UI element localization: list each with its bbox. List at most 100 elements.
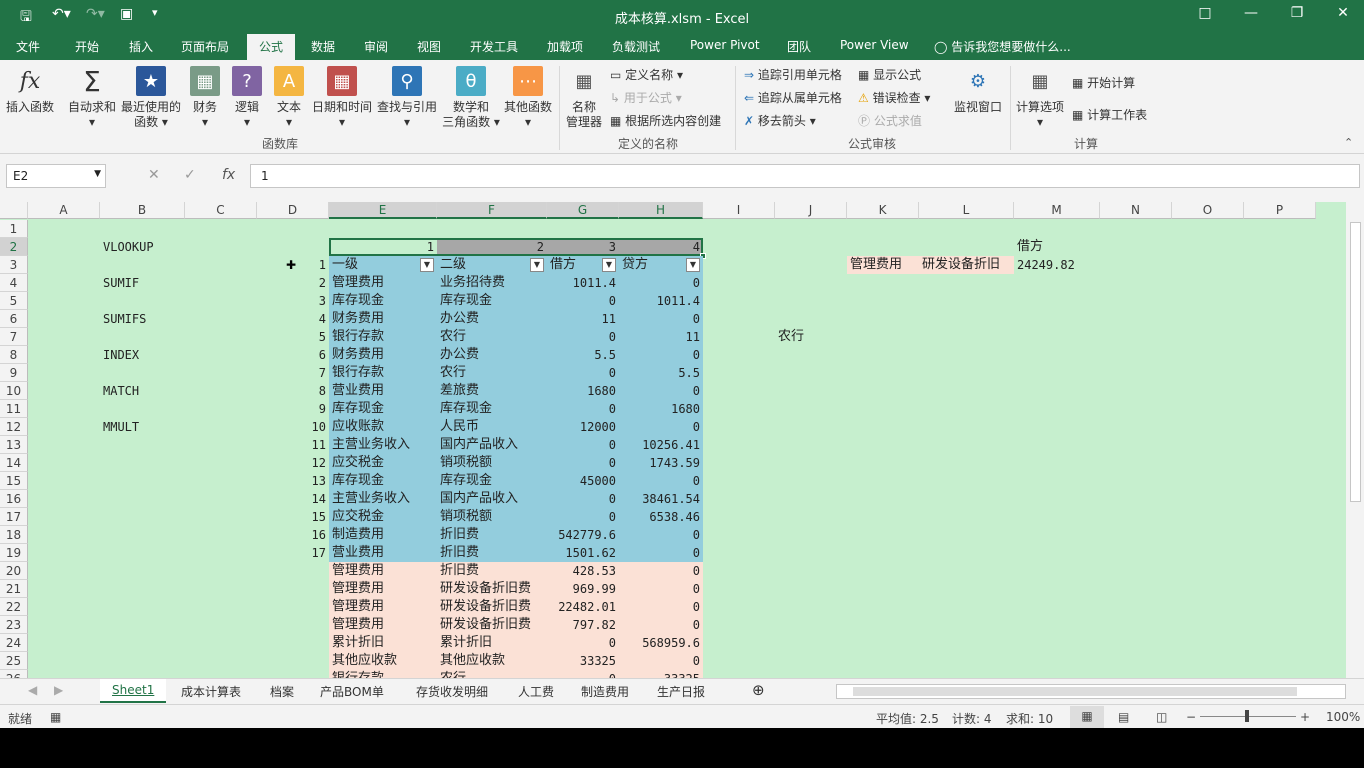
cell-F4[interactable]: 业务招待费 — [437, 274, 547, 292]
row-header-13[interactable]: 13 — [0, 436, 28, 454]
create-from-selection-button[interactable]: ▦ 根据所选内容创建 — [610, 112, 721, 129]
row-header-25[interactable]: 25 — [0, 652, 28, 670]
sheet-tab-labor[interactable]: 人工费 — [518, 683, 554, 700]
cell-F10[interactable]: 差旅费 — [437, 382, 547, 400]
cell-H12[interactable]: 0 — [619, 418, 703, 436]
column-header-E[interactable]: E — [329, 202, 437, 219]
cell-G6[interactable]: 11 — [547, 310, 619, 328]
cell-F23[interactable]: 研发设备折旧费 — [437, 616, 547, 634]
horizontal-scrollbar[interactable] — [836, 684, 1346, 699]
column-header-B[interactable]: B — [100, 202, 185, 219]
column-header-P[interactable]: P — [1244, 202, 1316, 219]
cell-H4[interactable]: 0 — [619, 274, 703, 292]
watch-window-button[interactable]: ⚙ 监视窗口 — [952, 66, 1004, 115]
cell-H19[interactable]: 0 — [619, 544, 703, 562]
cell-G21[interactable]: 969.99 — [547, 580, 619, 598]
row-header-6[interactable]: 6 — [0, 310, 28, 328]
cell-E7[interactable]: 银行存款 — [329, 328, 437, 346]
cell-D16[interactable]: 14 — [257, 490, 329, 508]
cell-E20[interactable]: 管理费用 — [329, 562, 437, 580]
cell-H11[interactable]: 1680 — [619, 400, 703, 418]
logical-button[interactable]: ? 逻辑 ▾ — [230, 66, 264, 130]
filter-dropdown-icon[interactable]: ▼ — [602, 258, 616, 272]
lookup-button[interactable]: ⚲ 查找与引用 ▾ — [376, 66, 438, 130]
cancel-icon[interactable]: ✕ — [148, 167, 160, 183]
cell-E4[interactable]: 管理费用 — [329, 274, 437, 292]
cell-E25[interactable]: 其他应收款 — [329, 652, 437, 670]
cell-E11[interactable]: 库存现金 — [329, 400, 437, 418]
cell-M3[interactable]: 24249.82 — [1014, 256, 1100, 274]
row-header-21[interactable]: 21 — [0, 580, 28, 598]
row-header-5[interactable]: 5 — [0, 292, 28, 310]
cell-F21[interactable]: 研发设备折旧费 — [437, 580, 547, 598]
column-header-L[interactable]: L — [919, 202, 1014, 219]
tab-page-layout[interactable]: 页面布局 — [181, 38, 229, 55]
restore-icon[interactable]: ❐ — [1282, 5, 1312, 21]
cell-F16[interactable]: 国内产品收入 — [437, 490, 547, 508]
recent-functions-button[interactable]: ★ 最近使用的 函数 ▾ — [120, 66, 182, 130]
sheet-tab-manufacturing[interactable]: 制造费用 — [581, 683, 629, 700]
cell-G14[interactable]: 0 — [547, 454, 619, 472]
cell-D9[interactable]: 7 — [257, 364, 329, 382]
cell-G7[interactable]: 0 — [547, 328, 619, 346]
normal-view-icon[interactable]: ▦ — [1070, 706, 1104, 728]
column-header-N[interactable]: N — [1100, 202, 1172, 219]
collapse-ribbon-icon[interactable]: ⌃ — [1344, 136, 1353, 149]
cell-G13[interactable]: 0 — [547, 436, 619, 454]
tab-data[interactable]: 数据 — [311, 38, 335, 55]
cell-H24[interactable]: 568959.6 — [619, 634, 703, 652]
filter-dropdown-icon[interactable]: ▼ — [530, 258, 544, 272]
tell-me-search[interactable]: ◯ 告诉我您想要做什么... — [934, 38, 1071, 55]
cell-H9[interactable]: 5.5 — [619, 364, 703, 382]
vertical-scrollbar[interactable] — [1347, 202, 1364, 678]
use-in-formula-button[interactable]: ↳ 用于公式 ▾ — [610, 89, 682, 106]
column-header-I[interactable]: I — [703, 202, 775, 219]
scroll-thumb[interactable] — [853, 687, 1297, 696]
row-header-3[interactable]: 3 — [0, 256, 28, 274]
zoom-slider-thumb[interactable] — [1245, 710, 1249, 722]
cell-H26[interactable]: 33325 — [619, 670, 703, 678]
name-manager-button[interactable]: ▦ 名称 管理器 — [564, 66, 604, 130]
sheet-tab-archive[interactable]: 档案 — [270, 683, 294, 700]
tab-power-view[interactable]: Power View — [840, 38, 909, 52]
cell-B8[interactable]: INDEX — [100, 346, 185, 364]
cell-H21[interactable]: 0 — [619, 580, 703, 598]
prev-sheet-icon[interactable]: ◀ — [28, 683, 37, 697]
tab-formulas[interactable]: 公式 — [247, 34, 296, 60]
math-button[interactable]: θ 数学和 三角函数 ▾ — [442, 66, 500, 130]
cell-E8[interactable]: 财务费用 — [329, 346, 437, 364]
cell-G17[interactable]: 0 — [547, 508, 619, 526]
cell-E14[interactable]: 应交税金 — [329, 454, 437, 472]
column-header-H[interactable]: H — [619, 202, 703, 219]
cell-E12[interactable]: 应收账款 — [329, 418, 437, 436]
row-header-17[interactable]: 17 — [0, 508, 28, 526]
cell-H13[interactable]: 10256.41 — [619, 436, 703, 454]
cell-F5[interactable]: 库存现金 — [437, 292, 547, 310]
cell-E9[interactable]: 银行存款 — [329, 364, 437, 382]
cell-D17[interactable]: 15 — [257, 508, 329, 526]
scroll-thumb[interactable] — [1350, 222, 1361, 502]
row-header-20[interactable]: 20 — [0, 562, 28, 580]
row-header-12[interactable]: 12 — [0, 418, 28, 436]
cell-D15[interactable]: 13 — [257, 472, 329, 490]
cell-G9[interactable]: 0 — [547, 364, 619, 382]
cell-H14[interactable]: 1743.59 — [619, 454, 703, 472]
cell-D11[interactable]: 9 — [257, 400, 329, 418]
cell-E13[interactable]: 主营业务收入 — [329, 436, 437, 454]
cell-D10[interactable]: 8 — [257, 382, 329, 400]
row-header-22[interactable]: 22 — [0, 598, 28, 616]
page-break-view-icon[interactable]: ◫ — [1156, 710, 1167, 724]
sheet-tab-bom[interactable]: 产品BOM单 — [320, 683, 384, 700]
cell-G12[interactable]: 12000 — [547, 418, 619, 436]
zoom-level[interactable]: 100% — [1326, 710, 1360, 724]
fx-icon[interactable]: fx — [222, 167, 235, 183]
error-checking-button[interactable]: ⚠ 错误检查 ▾ — [858, 89, 930, 106]
cell-G18[interactable]: 542779.6 — [547, 526, 619, 544]
tab-power-pivot[interactable]: Power Pivot — [690, 38, 760, 52]
sheet-tab-sheet1[interactable]: Sheet1 — [100, 679, 167, 703]
row-header-1[interactable]: 1 — [0, 220, 28, 238]
column-header-C[interactable]: C — [185, 202, 257, 219]
cell-F13[interactable]: 国内产品收入 — [437, 436, 547, 454]
row-header-4[interactable]: 4 — [0, 274, 28, 292]
cell-F17[interactable]: 销项税额 — [437, 508, 547, 526]
